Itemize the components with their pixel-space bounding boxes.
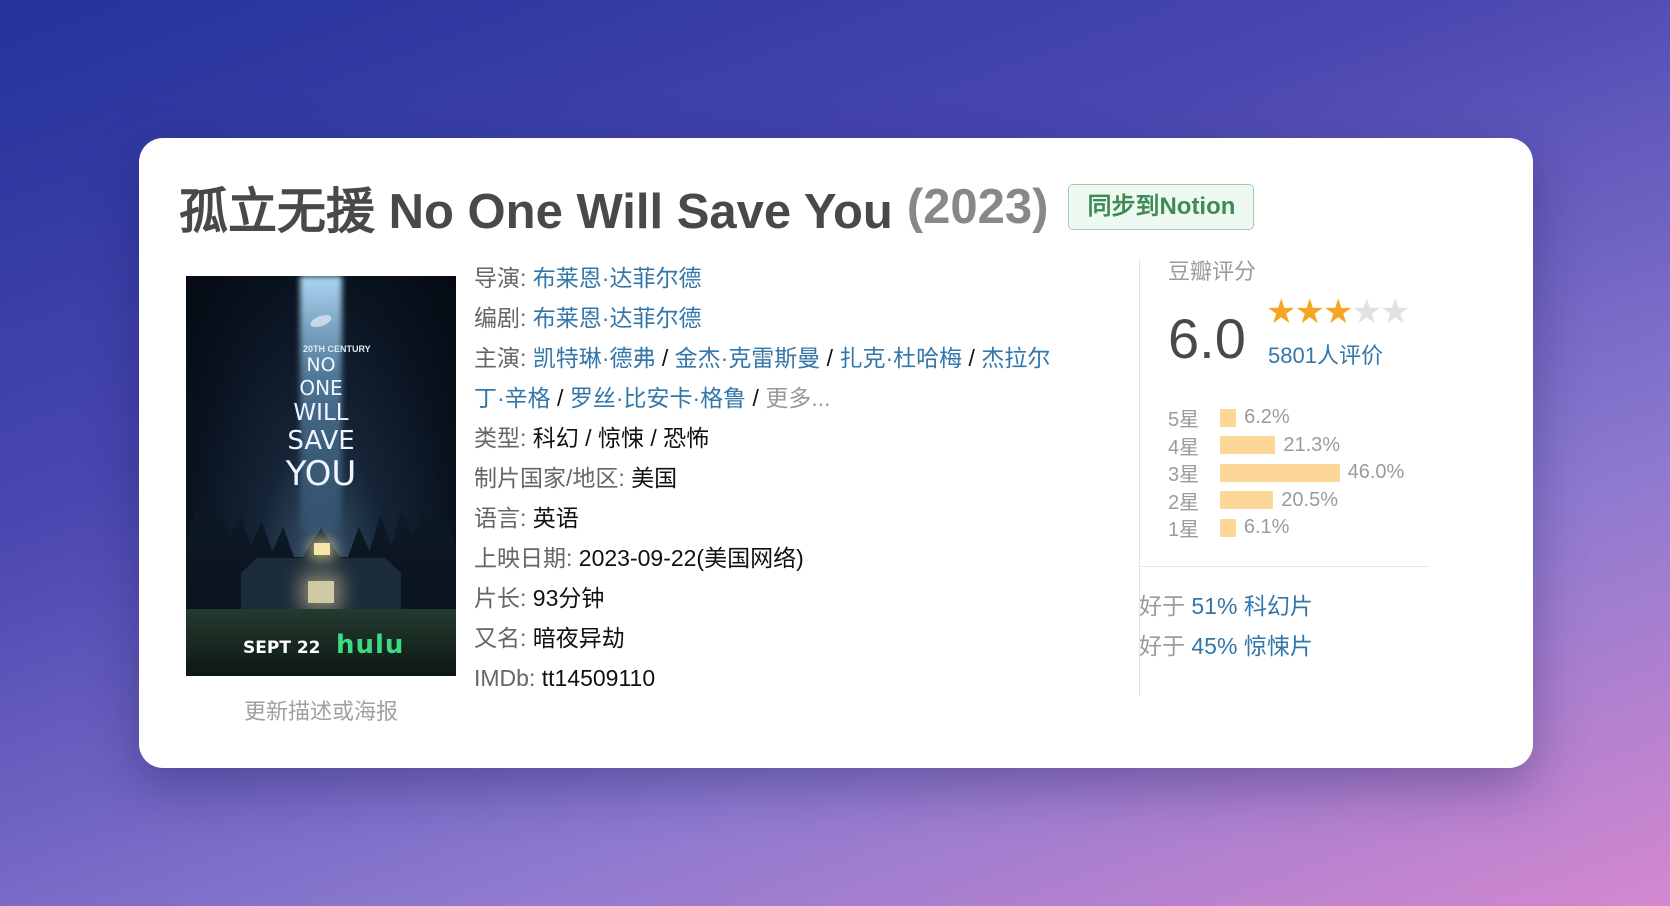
country-value: 美国 — [631, 465, 678, 491]
rating-bar-row: 3星 46.0% — [1168, 459, 1404, 487]
hulu-logo: hulu — [336, 630, 405, 660]
cast-more-link[interactable]: 更多... — [765, 385, 830, 411]
movie-card: 孤立无援 No One Will Save You (2023) 同步到Noti… — [139, 138, 1533, 768]
cast-link[interactable]: 丁·辛格 — [474, 385, 551, 411]
language-row: 语言: 英语 — [474, 505, 579, 531]
better-than-prefix: 好于 — [1139, 593, 1185, 619]
writer-label: 编剧 — [474, 305, 520, 331]
rating-bar-label: 5星 — [1168, 409, 1200, 432]
aka-label: 又名 — [474, 625, 520, 651]
rating-bar-pct: 46.0% — [1347, 461, 1405, 484]
cast-link[interactable]: 凯特琳·德弗 — [533, 345, 656, 371]
update-poster-link[interactable]: 更新描述或海报 — [186, 694, 456, 726]
rating-score: 6.0 — [1168, 307, 1246, 370]
rating-count-link[interactable]: 5801人评价 — [1268, 338, 1383, 370]
movie-poster[interactable]: 20TH CENTURY NO ONE WILL SAVE YOU SEPT 2… — [186, 276, 456, 676]
runtime-value: 93分钟 — [532, 585, 605, 611]
rating-bar-fill — [1220, 518, 1236, 537]
rating-bar-label: 4星 — [1168, 436, 1200, 459]
better-than-prefix: 好于 — [1139, 633, 1185, 659]
poster-window — [314, 543, 330, 555]
rating-bar-row: 1星 6.1% — [1168, 514, 1404, 542]
movie-info: 导演: 布莱恩·达菲尔德 编剧: 布莱恩·达菲尔德 主演: 凯特琳·德弗 / 金… — [474, 258, 1094, 698]
poster-title-line: NO — [306, 354, 336, 376]
poster-release-date: SEPT 22 — [243, 638, 321, 658]
movie-year: (2023) — [906, 180, 1049, 234]
rating-bar-pct: 20.5% — [1281, 488, 1339, 511]
better-than-link[interactable]: 51% 科幻片 — [1191, 593, 1312, 619]
rating-distribution: 5星 6.2% 4星 21.3% 3星 46.0% 2星 20.5% 1星 6.… — [1168, 404, 1404, 542]
movie-title: 孤立无援 No One Will Save You — [179, 184, 893, 239]
release-row: 上映日期: 2023-09-22(美国网络) — [474, 545, 804, 571]
cast-row-continued: 丁·辛格 / 罗丝·比安卡·格鲁 / 更多... — [474, 385, 831, 411]
rating-bar-pct: 6.1% — [1243, 516, 1290, 539]
rating-bar-fill — [1220, 491, 1274, 510]
director-link[interactable]: 布莱恩·达菲尔德 — [533, 265, 702, 291]
writer-row: 编剧: 布莱恩·达菲尔德 — [474, 305, 702, 331]
rating-bar-pct: 6.2% — [1244, 406, 1290, 429]
release-label: 上映日期 — [474, 545, 566, 571]
runtime-label: 片长 — [474, 585, 520, 611]
imdb-value: tt14509110 — [541, 665, 656, 691]
better-than-row: 好于 45% 惊悚片 — [1139, 626, 1313, 666]
rating-stars: ★ ★ ★ ★ ★ — [1266, 293, 1411, 331]
rating-bar-row: 4星 21.3% — [1168, 432, 1404, 460]
sync-to-notion-button[interactable]: 同步到Notion — [1068, 184, 1255, 230]
poster-studio-mark: 20TH CENTURY — [303, 344, 371, 354]
language-value: 英语 — [532, 505, 579, 531]
title-row: 孤立无援 No One Will Save You (2023) 同步到Noti… — [179, 172, 1255, 242]
genre-row: 类型: 科幻 / 惊悚 / 恐怖 — [474, 425, 710, 451]
country-label: 制片国家/地区 — [474, 465, 619, 491]
poster-title-line: SAVE — [287, 426, 355, 456]
aka-value: 暗夜异劫 — [532, 625, 625, 651]
country-row: 制片国家/地区: 美国 — [474, 465, 678, 491]
star-icon: ★ — [1322, 293, 1354, 331]
imdb-label: IMDb — [474, 665, 529, 691]
poster-title-line: WILL — [293, 400, 349, 426]
rating-heading: 豆瓣评分 — [1168, 259, 1257, 284]
rating-bar-label: 2星 — [1168, 491, 1200, 514]
better-than-row: 好于 51% 科幻片 — [1139, 586, 1313, 626]
rating-bar-row: 5星 6.2% — [1168, 404, 1404, 432]
rating-bar-fill — [1220, 436, 1276, 455]
poster-porch-light — [308, 581, 334, 603]
cast-link[interactable]: 罗丝·比安卡·格鲁 — [570, 385, 746, 411]
director-row: 导演: 布莱恩·达菲尔德 — [474, 265, 702, 291]
star-icon: ★ — [1351, 293, 1382, 331]
rating-bar-fill — [1220, 463, 1340, 482]
cast-row: 主演: 凯特琳·德弗 / 金杰·克雷斯曼 / 扎克·杜哈梅 / 杰拉尔 — [474, 345, 1051, 371]
star-icon: ★ — [1294, 293, 1325, 331]
language-label: 语言 — [474, 505, 520, 531]
imdb-row: IMDb: tt14509110 — [474, 665, 656, 691]
rating-divider — [1139, 566, 1429, 567]
writer-link[interactable]: 布莱恩·达菲尔德 — [533, 305, 702, 331]
rating-bar-row: 2星 20.5% — [1168, 487, 1404, 515]
poster-title-line: ONE — [299, 376, 343, 400]
director-label: 导演 — [474, 265, 520, 291]
poster-title-line: YOU — [285, 454, 357, 494]
cast-link[interactable]: 金杰·克雷斯曼 — [675, 345, 821, 371]
better-than-link[interactable]: 45% 惊悚片 — [1191, 633, 1312, 659]
poster-ground — [186, 609, 456, 676]
better-than-section: 好于 51% 科幻片 好于 45% 惊悚片 — [1139, 586, 1313, 666]
douban-rating-panel: 豆瓣评分 6.0 ★ ★ ★ ★ ★ 5801人评价 5星 6.2% 4星 21… — [1168, 254, 1468, 541]
rating-bar-fill — [1220, 408, 1237, 427]
rating-bar-label: 3星 — [1168, 464, 1200, 487]
aka-row: 又名: 暗夜异劫 — [474, 625, 625, 651]
star-icon: ★ — [1266, 293, 1297, 331]
cast-label: 主演 — [474, 345, 520, 371]
star-icon: ★ — [1379, 293, 1411, 331]
rating-bar-pct: 21.3% — [1283, 433, 1341, 456]
genre-value: 科幻 / 惊悚 / 恐怖 — [532, 425, 710, 451]
cast-link[interactable]: 扎克·杜哈梅 — [839, 345, 962, 371]
genre-label: 类型 — [474, 425, 520, 451]
runtime-row: 片长: 93分钟 — [474, 585, 605, 611]
cast-link[interactable]: 杰拉尔 — [981, 345, 1050, 371]
rating-bar-label: 1星 — [1168, 519, 1200, 542]
release-value: 2023-09-22(美国网络) — [578, 545, 804, 571]
